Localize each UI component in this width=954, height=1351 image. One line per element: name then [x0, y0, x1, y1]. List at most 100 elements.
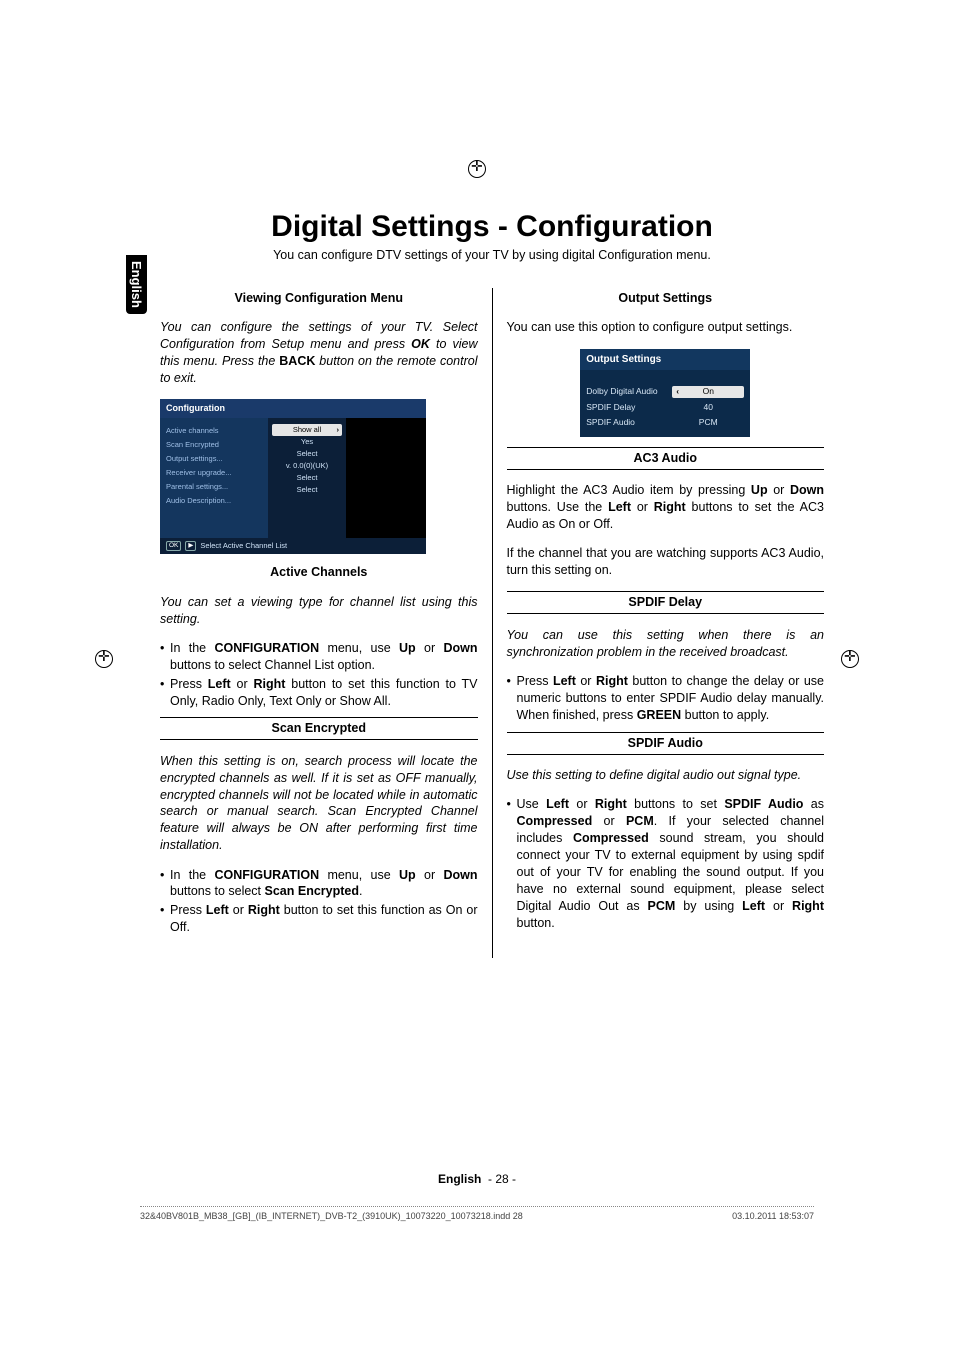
ac3-paragraph-2: If the channel that you are watching sup… [507, 545, 825, 579]
text: Down [443, 868, 477, 882]
page: English Digital Settings - Configuration… [0, 0, 954, 1351]
scan-encrypted-intro: When this setting is on, search process … [160, 753, 478, 854]
text: Down [790, 483, 824, 497]
heading-spdif-delay: SPDIF Delay [507, 591, 825, 614]
osd-value: v. 0.0(0)(UK) [272, 460, 342, 472]
text: or [576, 674, 596, 688]
bullet-item: • Press Left or Right button to set this… [160, 676, 478, 710]
heading-viewing-config: Viewing Configuration Menu [160, 290, 478, 307]
text: or [765, 899, 792, 913]
osd-value-list: Show all Yes Select v. 0.0(0)(UK) Select… [268, 418, 346, 538]
text: menu, use [319, 641, 399, 655]
heading-spdif-audio: SPDIF Audio [507, 732, 825, 755]
text: CONFIGURATION [214, 868, 319, 882]
osd2-row: Dolby Digital Audio On [586, 384, 744, 399]
column-divider [492, 288, 493, 958]
registration-mark-left [95, 650, 113, 668]
text: Compressed [573, 831, 649, 845]
text: Scan Encrypted [265, 884, 359, 898]
spdif-delay-intro: You can use this setting when there is a… [507, 627, 825, 661]
text: by using [675, 899, 742, 913]
text: SPDIF Audio [724, 797, 803, 811]
osd-nav-item: Active channels [164, 424, 264, 438]
text: Left [208, 677, 231, 691]
text: or [231, 677, 254, 691]
right-column: Output Settings You can use this option … [507, 282, 825, 958]
text: Up [399, 868, 416, 882]
text: or [229, 903, 248, 917]
osd-preview-pane [346, 418, 426, 538]
text: PCM [626, 814, 654, 828]
text: Left [553, 674, 576, 688]
text: or [768, 483, 790, 497]
text: CONFIGURATION [214, 641, 319, 655]
language-tab: English [126, 255, 147, 314]
text: Right [595, 797, 627, 811]
text: buttons to select [170, 884, 265, 898]
bullet-item: • In the CONFIGURATION menu, use Up or D… [160, 867, 478, 901]
osd-nav-item: Audio Description... [164, 494, 264, 508]
text: Left [206, 903, 229, 917]
text: buttons. Use the [507, 500, 609, 514]
footline-timestamp: 03.10.2011 18:53:07 [732, 1211, 814, 1221]
text: as [803, 797, 824, 811]
text: or [631, 500, 654, 514]
text: Right [792, 899, 824, 913]
text: In the [170, 641, 214, 655]
text: menu, use [319, 868, 399, 882]
osd2-label: Dolby Digital Audio [586, 386, 672, 397]
text: or [569, 797, 595, 811]
bullet-item: • In the CONFIGURATION menu, use Up or D… [160, 640, 478, 674]
text: Press [170, 903, 206, 917]
text: Compressed [517, 814, 593, 828]
osd-nav-list: Active channels Scan Encrypted Output se… [160, 418, 268, 538]
osd2-title: Output Settings [580, 349, 750, 371]
osd2-row: SPDIF Audio PCM [586, 415, 744, 430]
text: or [416, 641, 444, 655]
text: Highlight the AC3 Audio item by pressing [507, 483, 751, 497]
text: Left [546, 797, 569, 811]
content-area: Digital Settings - Configuration You can… [160, 210, 824, 958]
osd-nav-item: Scan Encrypted [164, 438, 264, 452]
text: buttons to set [627, 797, 725, 811]
osd-nav-item: Parental settings... [164, 480, 264, 494]
registration-mark-top [468, 160, 486, 178]
text: Right [596, 674, 628, 688]
text: Press [170, 677, 208, 691]
text: Up [399, 641, 416, 655]
osd-value: Select [272, 484, 342, 496]
text: button to apply. [681, 708, 769, 722]
viewing-config-paragraph: You can configure the settings of your T… [160, 319, 478, 387]
page-title: Digital Settings - Configuration [160, 210, 824, 244]
text: Left [742, 899, 765, 913]
output-settings-intro: You can use this option to configure out… [507, 319, 825, 336]
text: PCM [648, 899, 676, 913]
text: In the [170, 868, 214, 882]
osd-nav-item: Output settings... [164, 452, 264, 466]
page-subtitle: You can configure DTV settings of your T… [160, 248, 824, 262]
osd2-value: PCM [672, 417, 744, 428]
heading-ac3-audio: AC3 Audio [507, 447, 825, 470]
footline-filename: 32&40BV801B_MB38_[GB]_(IB_INTERNET)_DVB-… [140, 1211, 523, 1221]
text: button. [517, 916, 555, 930]
osd-value: Select [272, 472, 342, 484]
text: Right [654, 500, 686, 514]
osd-value: Yes [272, 436, 342, 448]
text: Up [751, 483, 768, 497]
osd2-label: SPDIF Audio [586, 417, 672, 428]
text: . [359, 884, 362, 898]
active-channels-intro: You can set a viewing type for channel l… [160, 594, 478, 628]
text: Use [517, 797, 547, 811]
ok-label: OK [411, 337, 430, 351]
back-label: BACK [279, 354, 315, 368]
ac3-paragraph-1: Highlight the AC3 Audio item by pressing… [507, 482, 825, 533]
text: Right [253, 677, 285, 691]
osd-footer: OK ▶ Select Active Channel List [160, 538, 426, 555]
heading-output-settings: Output Settings [507, 290, 825, 307]
osd-nav-item: Receiver upgrade... [164, 466, 264, 480]
osd-value-selected: Show all [272, 424, 342, 436]
text: GREEN [637, 708, 681, 722]
bullet-item: • Press Left or Right button to change t… [507, 673, 825, 724]
text: Left [608, 500, 631, 514]
osd2-value: On [672, 386, 744, 397]
